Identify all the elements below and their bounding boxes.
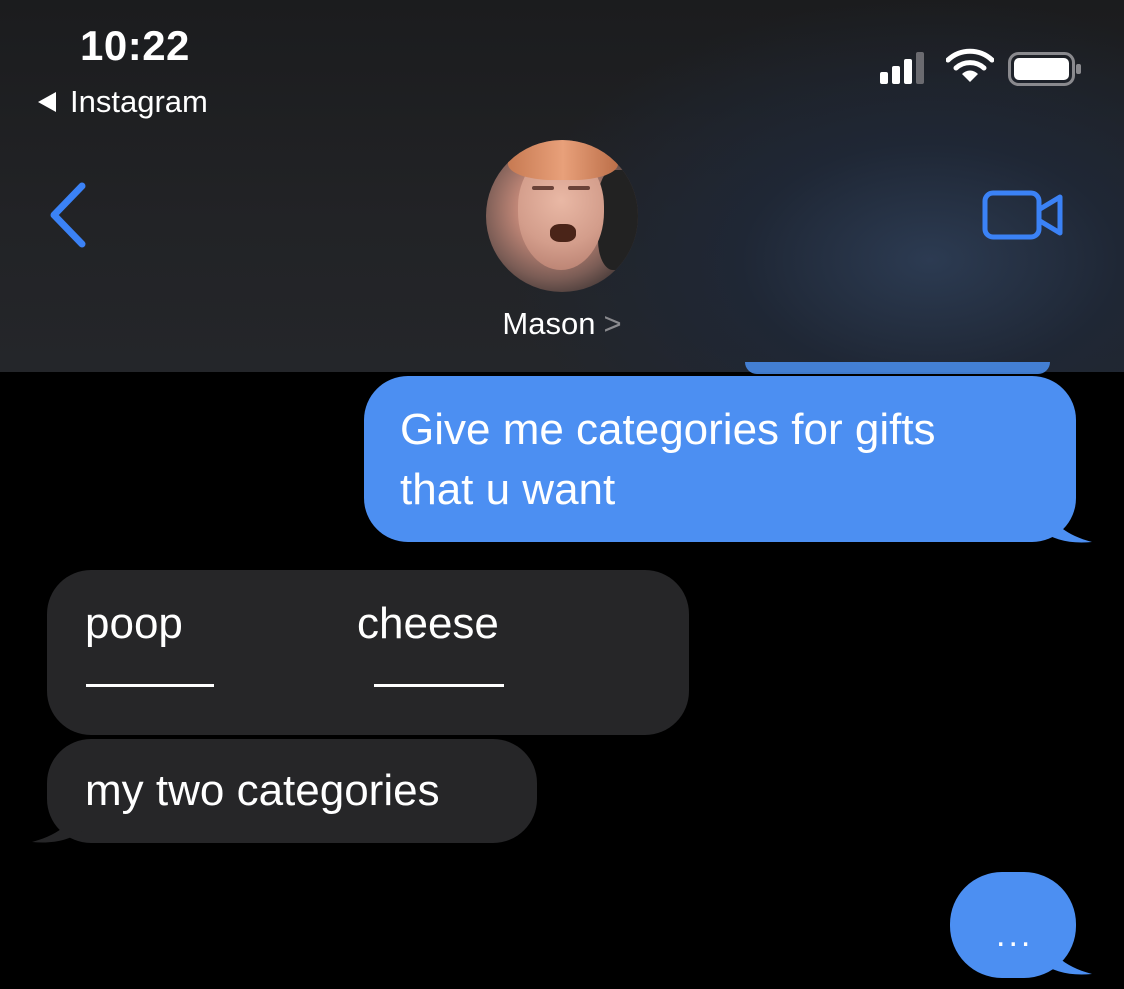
video-camera-icon[interactable] xyxy=(982,190,1064,240)
typing-indicator: ... xyxy=(996,916,1034,954)
back-app-label: Instagram xyxy=(70,84,208,119)
previous-message-edge xyxy=(745,362,1050,374)
cellular-signal-icon xyxy=(880,52,924,84)
chevron-left-icon[interactable] xyxy=(44,180,94,250)
contact-name-button[interactable]: Mason > xyxy=(0,306,1124,342)
bubble-tail xyxy=(1040,932,1092,975)
bubble-tail xyxy=(32,800,84,843)
contact-name: Mason xyxy=(502,306,596,341)
blank-line xyxy=(86,684,214,687)
message-text: my two categories xyxy=(85,766,440,815)
message-word: poop xyxy=(85,599,183,648)
message-text-line: that u want xyxy=(400,465,616,514)
chevron-right-icon: > xyxy=(603,306,622,341)
wifi-icon xyxy=(946,48,994,82)
message-word: cheese xyxy=(357,599,499,648)
status-time: 10:22 xyxy=(80,22,190,69)
bubble-tail xyxy=(1040,500,1092,543)
message-bubble-sent[interactable]: Give me categories for gifts that u want xyxy=(364,376,1076,542)
message-bubble-received[interactable]: poop cheese xyxy=(47,570,689,735)
battery-icon xyxy=(1008,52,1081,86)
back-to-instagram-link[interactable]: Instagram xyxy=(38,84,208,120)
message-bubble-received[interactable]: my two categories xyxy=(47,739,537,843)
message-text-line: Give me categories for gifts xyxy=(400,405,936,454)
blank-line xyxy=(374,684,504,687)
contact-avatar[interactable] xyxy=(486,140,638,292)
back-triangle-icon xyxy=(38,92,56,112)
